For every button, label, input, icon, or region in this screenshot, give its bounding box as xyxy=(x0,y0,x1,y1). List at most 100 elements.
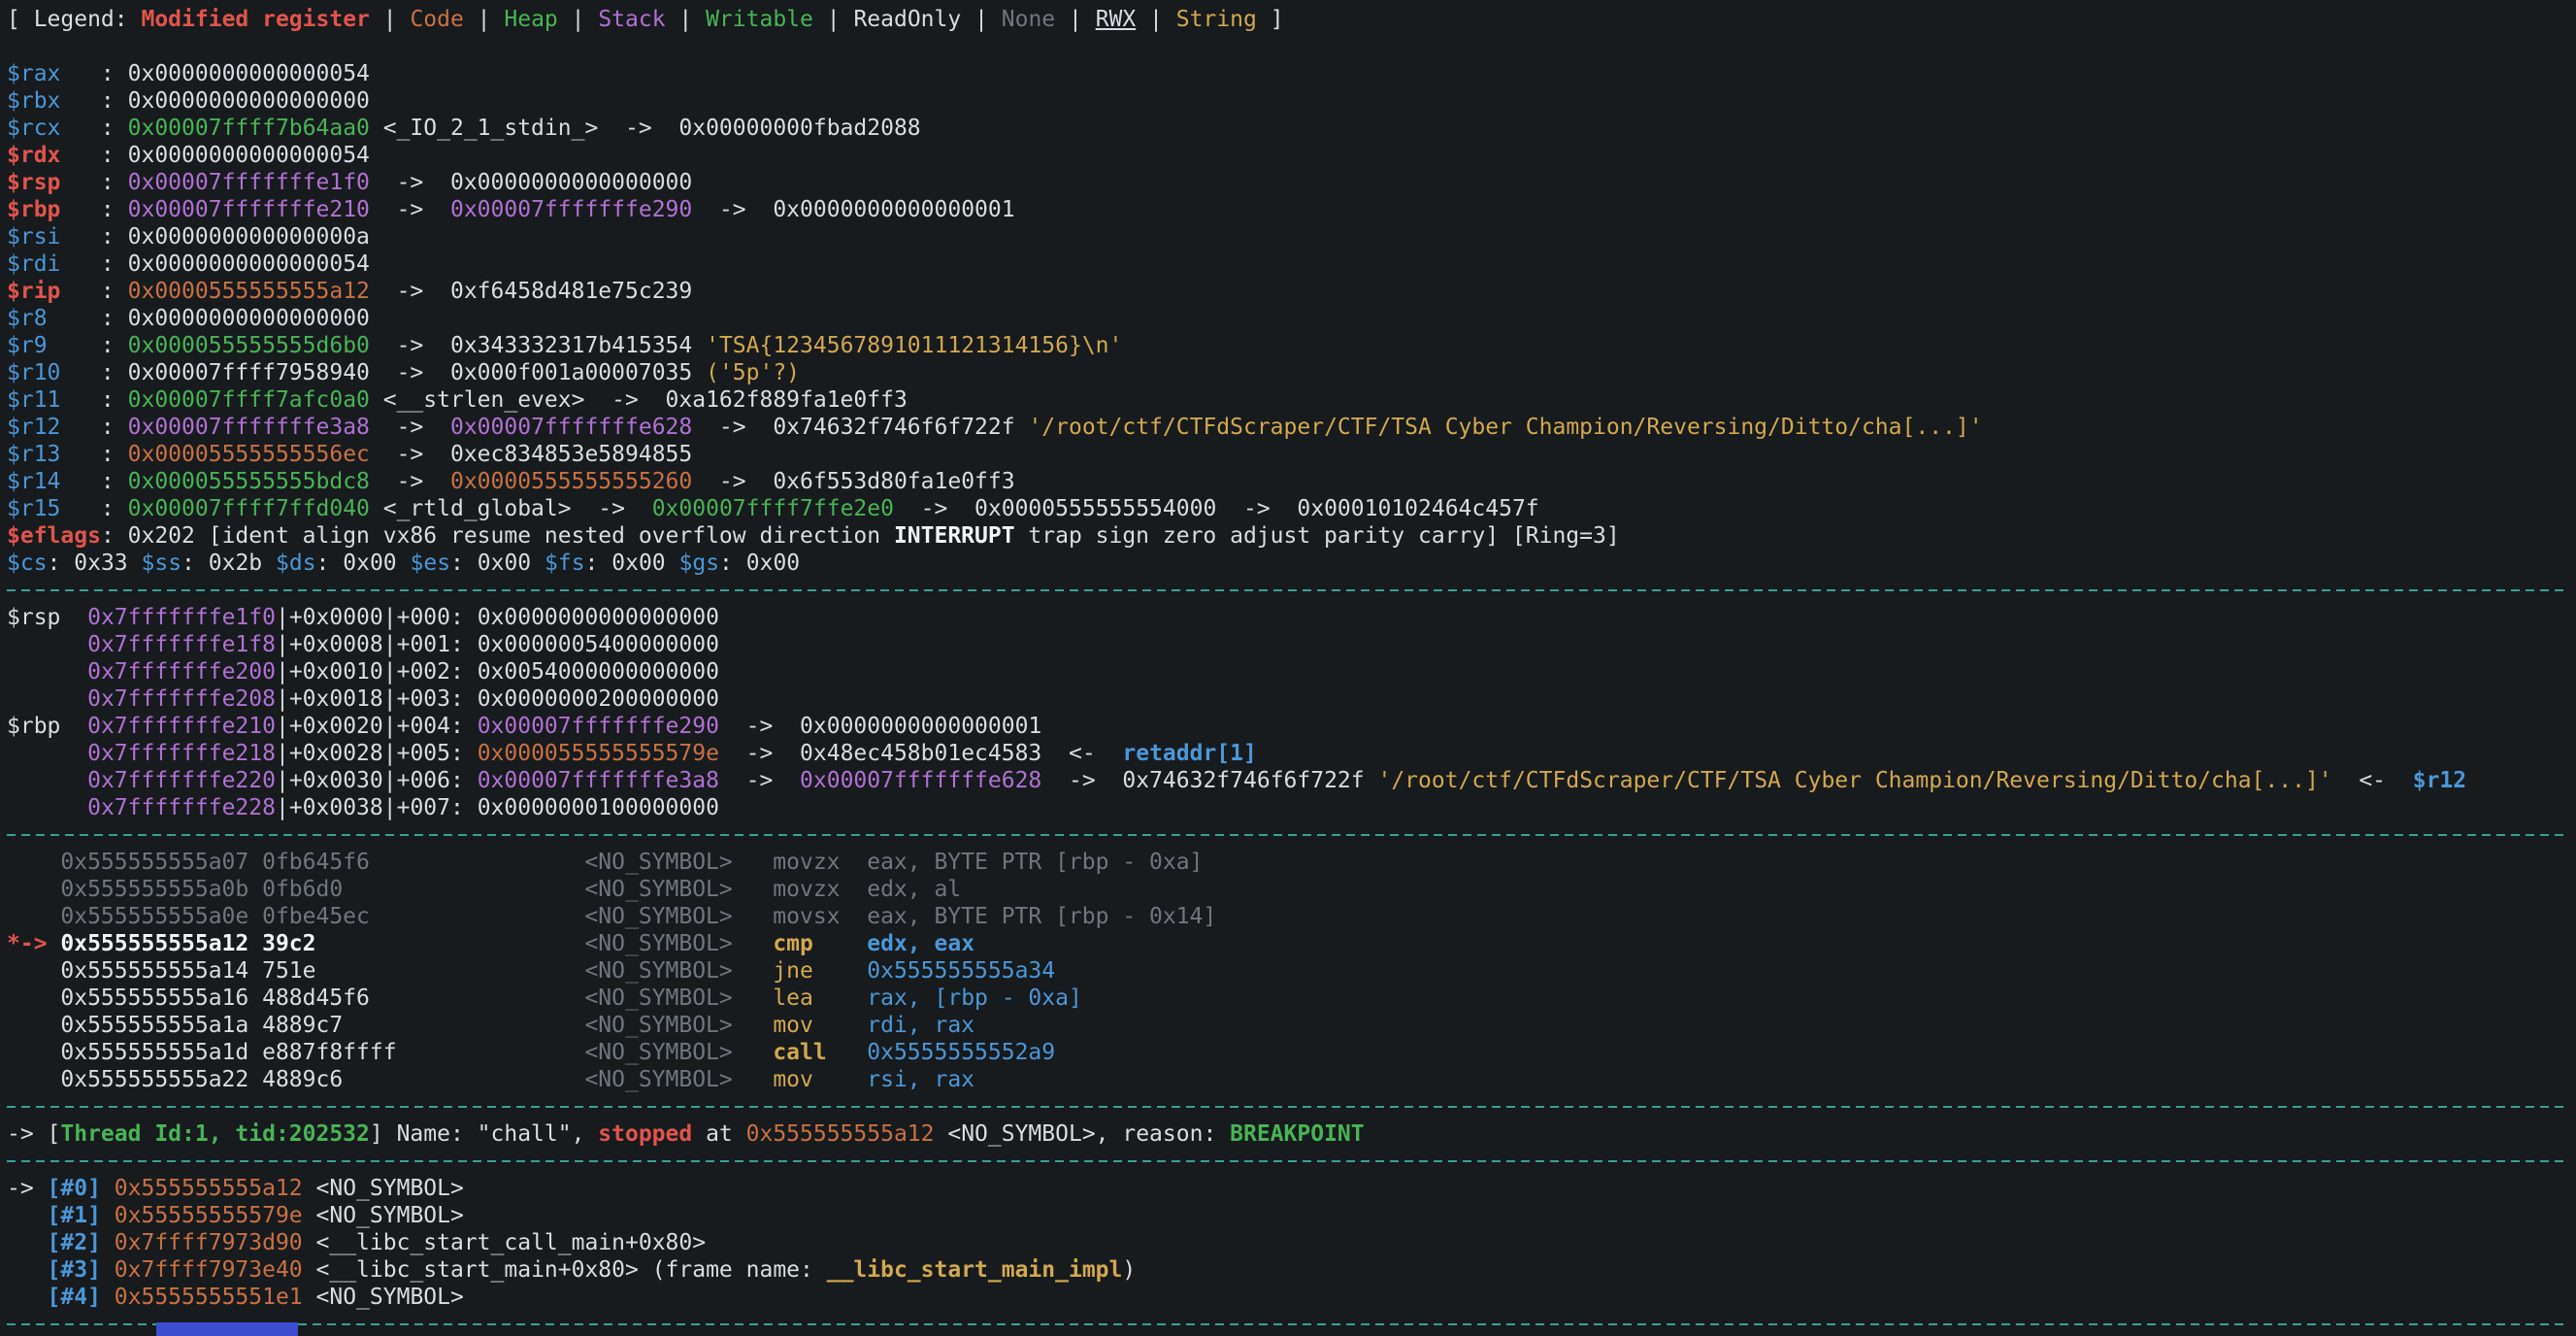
text: [ Legend: xyxy=(7,7,141,32)
register-value: 0x6f553d80fa1e0ff3 xyxy=(773,469,1014,494)
symbol-name: <NO_SYMBOL> xyxy=(584,931,732,956)
register-value: 0x2b xyxy=(209,551,276,576)
terminal[interactable]: [ Legend: Modified register | Code | Hea… xyxy=(0,0,2576,1336)
operands: 0x5555555552a9 xyxy=(867,1040,1055,1065)
register-value: 0x000f001a00007035 xyxy=(450,360,706,385)
text: | xyxy=(1136,7,1176,32)
text: -> xyxy=(370,442,450,467)
text xyxy=(7,741,87,766)
reg-rip: $rip : 0x0000555555555a12 -> 0xf6458d481… xyxy=(7,278,2576,305)
text: -> xyxy=(572,496,652,521)
register-value: 0x343332317b415354 xyxy=(450,333,706,358)
text: : xyxy=(585,551,612,576)
text: : xyxy=(60,197,127,222)
text xyxy=(733,1013,774,1038)
symbol-name: <NO_SYMBOL> xyxy=(303,1285,464,1310)
symbol-name: <__libc_start_main+0x80> (frame name: xyxy=(303,1257,827,1283)
text: -> xyxy=(598,116,678,141)
offset: |+0x0038|+007: xyxy=(276,795,478,820)
reg-segments: $cs: 0x33 $ss: 0x2b $ds: 0x00 $es: 0x00 … xyxy=(7,550,2576,577)
offset: |+0x0010|+002: xyxy=(276,659,478,685)
mnemonic: jne xyxy=(773,958,813,984)
reg-r9: $r9 : 0x000055555555d6b0 -> 0x343332317b… xyxy=(7,332,2576,359)
address: 0x00007ffff7afc0a0 xyxy=(128,387,370,413)
string-literal: '/root/ctf/CTFdScraper/CTF/TSA Cyber Cha… xyxy=(1028,415,1982,440)
text xyxy=(7,877,60,902)
register-name: $rsp xyxy=(7,170,60,195)
register-value: 0xf6458d481e75c239 xyxy=(450,279,692,304)
text: -> [ xyxy=(7,1121,60,1147)
legend-rwx: RWX xyxy=(1096,7,1137,32)
text: : xyxy=(60,88,127,114)
address: 0x00007fffffffe628 xyxy=(450,415,692,440)
reg-rax: $rax : 0x0000000000000054 xyxy=(7,60,2576,87)
reg-rbx: $rbx : 0x0000000000000000 xyxy=(7,87,2576,115)
register-value: 0x0000000000000001 xyxy=(773,197,1014,222)
stack-line-2: 0x7fffffffe200|+0x0010|+002: 0x005400000… xyxy=(7,658,2576,685)
text: : xyxy=(60,251,127,277)
operands: edx, eax xyxy=(867,931,974,956)
text: -> xyxy=(719,768,800,793)
address: 0x00007ffff7958940 xyxy=(128,360,370,385)
text xyxy=(101,1285,115,1310)
text: : xyxy=(60,469,127,494)
offset: |+0x0030|+006: xyxy=(276,768,478,793)
stack-value: 0x0000005400000000 xyxy=(478,632,719,657)
register-annotation: $r12 xyxy=(2413,768,2466,793)
mnemonic: call xyxy=(773,1040,826,1065)
address: 0x555555555a1a 4889c7 xyxy=(60,1013,343,1038)
register-name: $ss xyxy=(142,551,182,576)
legend-modified-register: Modified register xyxy=(141,7,369,32)
text: at xyxy=(692,1121,745,1147)
mnemonic: mov xyxy=(773,1067,813,1092)
reg-r15: $r15 : 0x00007ffff7ffd040 <_rtld_global>… xyxy=(7,495,2576,522)
register-name: $fs xyxy=(545,551,585,576)
address: 0x7ffff7973e40 xyxy=(115,1257,303,1283)
text xyxy=(101,1230,115,1255)
text: -> xyxy=(719,741,800,766)
text: | xyxy=(370,7,411,32)
text xyxy=(7,1013,60,1038)
symbol-name: <NO_SYMBOL> xyxy=(584,958,732,984)
trace-frame-4: [#4] 0x5555555551e1 <NO_SYMBOL> xyxy=(7,1284,2576,1311)
stack-value: 0x0000000000000001 xyxy=(800,714,1041,739)
text: -> xyxy=(7,1176,48,1201)
symbol-name: <NO_SYMBOL> xyxy=(584,1040,732,1065)
asm-line-a1a: 0x555555555a1a 4889c7 <NO_SYMBOL> mov rd… xyxy=(7,1012,2576,1039)
reg-r12: $r12 : 0x00007fffffffe3a8 -> 0x00007ffff… xyxy=(7,414,2576,441)
text xyxy=(7,1230,48,1255)
text: ] Name: "chall", xyxy=(370,1121,598,1147)
text: : xyxy=(101,523,128,549)
register-value: 0x0000000000000000 xyxy=(450,170,692,195)
text xyxy=(7,1285,48,1310)
register-value: 0x33 xyxy=(74,551,141,576)
text: -> xyxy=(1041,768,1122,793)
text: : xyxy=(60,360,127,385)
section-separator xyxy=(7,577,2576,604)
thread-id: Thread Id:1, tid:202532 xyxy=(60,1121,370,1147)
text: : xyxy=(60,143,127,168)
section-separator xyxy=(7,1148,2576,1175)
text: | xyxy=(1055,7,1096,32)
register-name: $r10 xyxy=(7,360,60,385)
text: <- xyxy=(1041,741,1122,766)
register-name: $rbx xyxy=(7,88,60,114)
address: 0x0000555555555260 xyxy=(450,469,692,494)
register-name: $r12 xyxy=(7,415,60,440)
address: 0x555555555a16 488d45f6 xyxy=(60,985,370,1011)
stack-value: 0x0054000000000000 xyxy=(478,659,719,685)
reg-rbp: $rbp : 0x00007fffffffe210 -> 0x00007ffff… xyxy=(7,196,2576,223)
register-value: 0x0000000000000054 xyxy=(128,251,370,277)
register-name: $r9 xyxy=(7,333,48,358)
mnemonic: cmp xyxy=(773,931,813,956)
stack-value: 0x0000000100000000 xyxy=(478,795,719,820)
text xyxy=(101,1257,115,1283)
text: : xyxy=(60,116,127,141)
stop-reason: BREAKPOINT xyxy=(1230,1121,1364,1147)
text xyxy=(316,931,585,956)
register-name: $r13 xyxy=(7,442,60,467)
reg-rdi: $rdi : 0x0000000000000054 xyxy=(7,250,2576,278)
flags-value: 0x202 [ident align vx86 resume nested ov… xyxy=(128,523,894,549)
text xyxy=(7,1040,60,1065)
text xyxy=(733,931,774,956)
